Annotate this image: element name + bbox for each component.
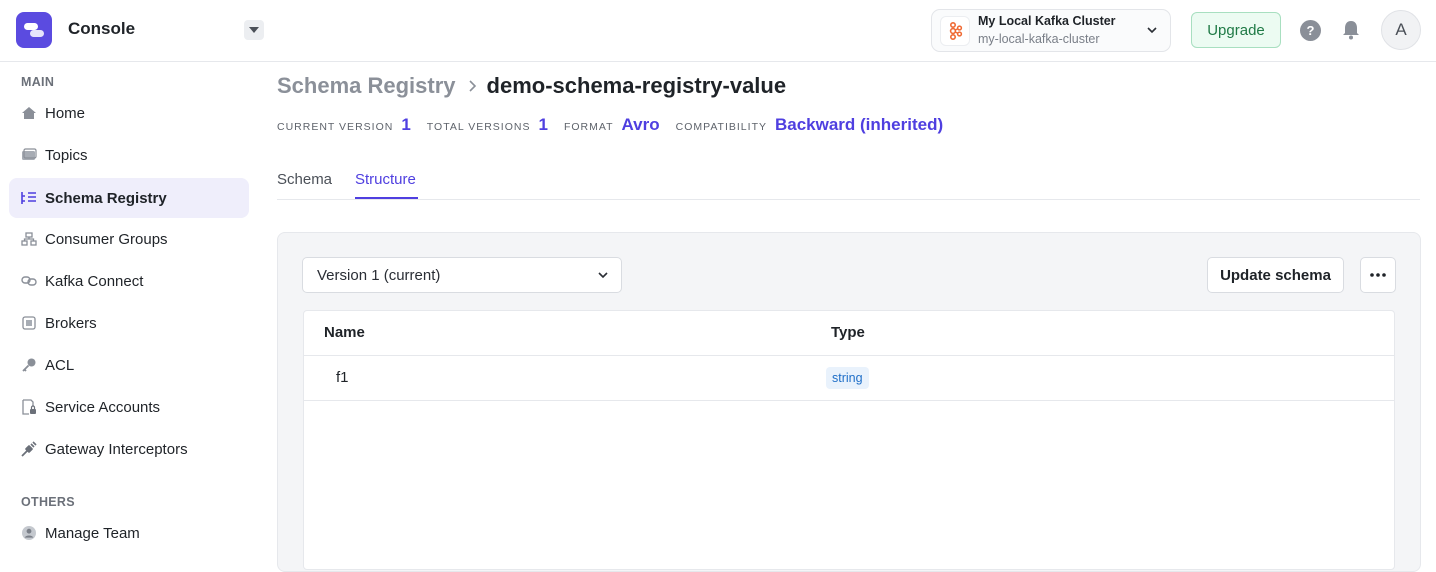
sidebar-item-label: Brokers [45, 314, 97, 332]
manage-team-icon [21, 525, 37, 541]
gateway-interceptors-icon [21, 441, 37, 457]
tab-structure[interactable]: Structure [355, 171, 416, 188]
schema-meta: CURRENT VERSION 1 TOTAL VERSIONS 1 FORMA… [277, 115, 959, 135]
total-versions-value: 1 [538, 115, 548, 134]
tab-schema[interactable]: Schema [277, 171, 332, 188]
tab-bar: Schema Structure [277, 162, 1420, 200]
sidebar-item-topics[interactable]: Topics [9, 135, 249, 175]
version-select-value: Version 1 (current) [317, 267, 441, 284]
brokers-icon [21, 315, 37, 331]
breadcrumb: Schema Registry demo-schema-registry-val… [277, 73, 786, 99]
cluster-name: My Local Kafka Cluster [978, 14, 1116, 28]
format-label: FORMAT [563, 121, 614, 133]
sidebar-item-label: Home [45, 104, 86, 122]
caret-down-icon [249, 27, 259, 33]
kafka-connect-icon [21, 273, 37, 289]
table-header: Name Type [304, 311, 1394, 356]
sidebar-section-others: OTHERS [21, 495, 75, 509]
upgrade-button[interactable]: Upgrade [1191, 12, 1281, 48]
page-title: demo-schema-registry-value [486, 73, 787, 98]
more-horizontal-icon [1370, 273, 1386, 277]
topics-icon [21, 147, 37, 163]
cluster-id: my-local-kafka-cluster [978, 32, 1100, 46]
sidebar-item-schema-registry[interactable]: Schema Registry [9, 178, 249, 218]
active-tab-indicator [355, 197, 418, 199]
current-version-label: CURRENT VERSION [277, 121, 394, 133]
sidebar-item-label: Kafka Connect [45, 272, 144, 290]
compatibility-label: COMPATIBILITY [675, 121, 767, 133]
console-logo-icon[interactable] [16, 12, 52, 48]
sidebar-item-gateway-interceptors[interactable]: Gateway Interceptors [9, 429, 249, 469]
service-accounts-icon [21, 399, 37, 415]
total-versions-label: TOTAL VERSIONS [426, 121, 531, 133]
app-menu-toggle[interactable] [244, 20, 264, 40]
sidebar-item-brokers[interactable]: Brokers [9, 303, 249, 343]
sidebar-item-label: Consumer Groups [45, 230, 168, 248]
sidebar-item-home[interactable]: Home [9, 93, 249, 133]
kafka-icon [940, 16, 970, 46]
avatar[interactable]: A [1381, 10, 1421, 50]
update-schema-button[interactable]: Update schema [1207, 257, 1344, 293]
home-icon [21, 105, 37, 121]
sidebar-item-acl[interactable]: ACL [9, 345, 249, 385]
current-version-value: 1 [401, 115, 411, 134]
chevron-down-icon [1147, 27, 1157, 34]
consumer-groups-icon [21, 231, 37, 247]
format-value: Avro [621, 115, 660, 134]
sidebar-item-service-accounts[interactable]: Service Accounts [9, 387, 249, 427]
compatibility-value[interactable]: Backward (inherited) [775, 115, 943, 135]
sidebar-section-main: MAIN [21, 75, 55, 89]
sidebar-item-consumer-groups[interactable]: Consumer Groups [9, 219, 249, 259]
sidebar-item-label: Service Accounts [45, 398, 161, 416]
chevron-down-icon [598, 272, 608, 279]
table-row[interactable]: f1 string [304, 356, 1394, 401]
key-icon [21, 357, 37, 373]
sidebar-item-label: Gateway Interceptors [45, 440, 188, 458]
sidebar-item-kafka-connect[interactable]: Kafka Connect [9, 261, 249, 301]
fields-table: Name Type f1 string [303, 310, 1395, 570]
cluster-selector[interactable]: My Local Kafka Cluster my-local-kafka-cl… [931, 9, 1171, 52]
sidebar-item-manage-team[interactable]: Manage Team [9, 513, 249, 553]
sidebar-item-label: ACL [45, 356, 75, 374]
field-name: f1 [336, 369, 349, 386]
sidebar-item-label: Manage Team [45, 524, 140, 542]
help-icon[interactable]: ? [1300, 20, 1321, 41]
more-options-button[interactable] [1360, 257, 1396, 293]
top-bar: Console My Local Kafka Cluster my-local-… [0, 0, 1436, 62]
version-select[interactable]: Version 1 (current) [302, 257, 622, 293]
sidebar-item-label: Schema Registry [45, 189, 167, 207]
breadcrumb-root-link[interactable]: Schema Registry [277, 73, 456, 99]
chevron-right-icon [468, 79, 477, 93]
column-header-type: Type [831, 324, 865, 341]
sidebar-item-label: Topics [45, 146, 88, 164]
schema-registry-icon [21, 190, 37, 206]
type-badge: string [826, 367, 869, 389]
app-title: Console [68, 19, 136, 38]
column-header-name: Name [324, 324, 365, 341]
bell-icon[interactable] [1341, 19, 1361, 41]
